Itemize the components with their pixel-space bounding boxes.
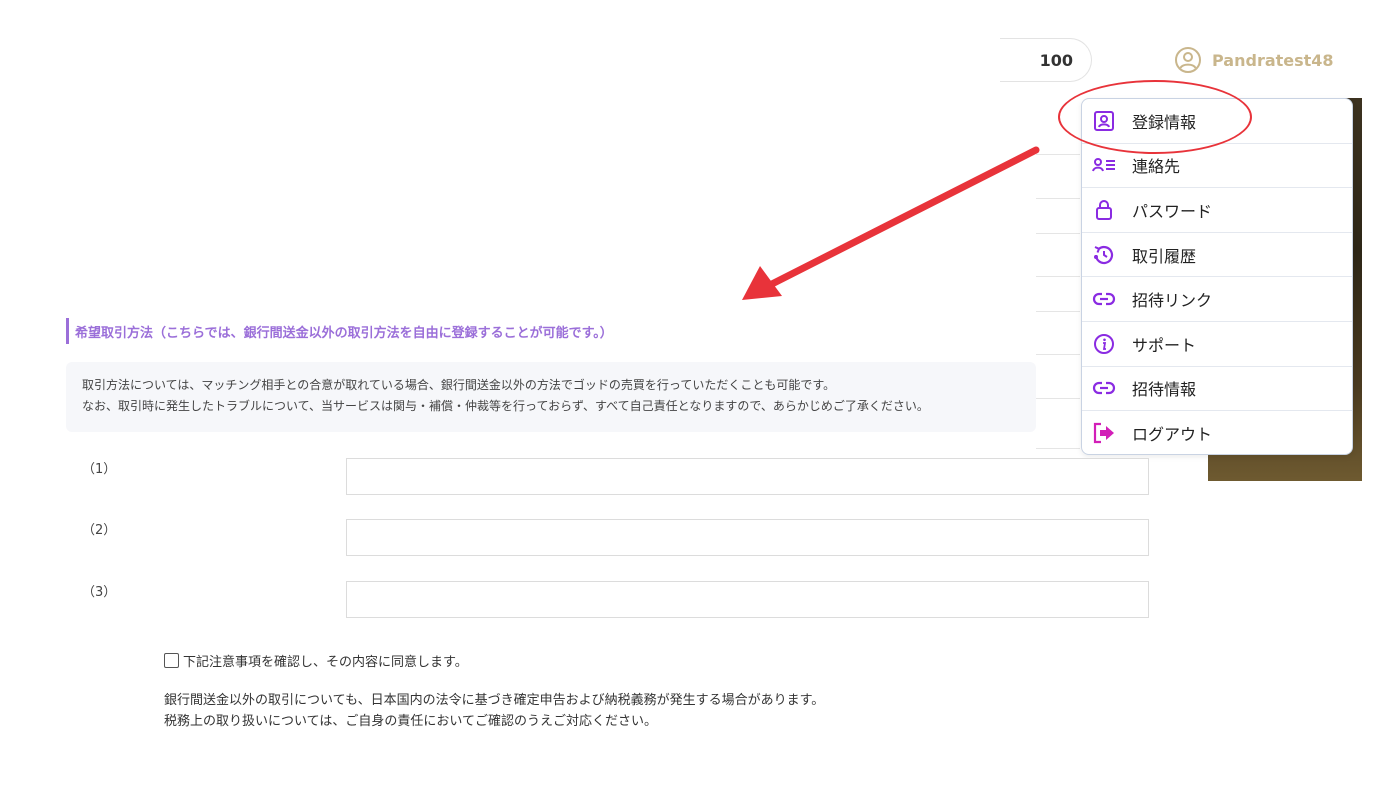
notice-line-1: 取引方法については、マッチング相手との合意が取れている場合、銀行間送金以外の方法… bbox=[82, 378, 836, 392]
username: Pandratest48 bbox=[1212, 50, 1334, 70]
contact-list-icon bbox=[1092, 153, 1116, 177]
menu-item-password[interactable]: パスワード bbox=[1082, 188, 1352, 233]
menu-item-logout[interactable]: ログアウト bbox=[1082, 411, 1352, 454]
history-icon bbox=[1092, 243, 1116, 267]
notice-line-2: なお、取引時に発生したトラブルについて、当サービスは関与・補償・仲裁等を行ってお… bbox=[82, 399, 929, 413]
menu-item-transaction-history[interactable]: 取引履歴 bbox=[1082, 233, 1352, 278]
tax-notice: 銀行間送金以外の取引についても、日本国内の法令に基づき確定申告および納税義務が発… bbox=[164, 690, 824, 732]
balance-value: 100 bbox=[1039, 50, 1073, 70]
method-3-input[interactable] bbox=[346, 581, 1149, 618]
menu-item-label: 招待情報 bbox=[1132, 380, 1197, 400]
agree-row[interactable]: 下記注意事項を確認し、その内容に同意します。 bbox=[164, 651, 468, 670]
menu-item-label: 取引履歴 bbox=[1132, 246, 1197, 266]
notice-box: 取引方法については、マッチング相手との合意が取れている場合、銀行間送金以外の方法… bbox=[66, 362, 1036, 432]
logout-icon bbox=[1092, 421, 1116, 445]
method-2-input[interactable] bbox=[346, 519, 1149, 556]
user-dropdown-menu: 登録情報 連絡先 パスワード 取引履歴 招待リンク サポート 招待情報 ログアウ… bbox=[1081, 98, 1353, 455]
link-icon bbox=[1092, 287, 1116, 311]
menu-item-label: 登録情報 bbox=[1132, 112, 1197, 132]
menu-item-support[interactable]: サポート bbox=[1082, 322, 1352, 367]
agree-checkbox[interactable] bbox=[164, 653, 179, 668]
method-3-label: （3） bbox=[82, 585, 117, 600]
section-title-text: 希望取引方法（こちらでは、銀行間送金以外の取引方法を自由に登録することが可能です… bbox=[75, 325, 613, 341]
tax-line-2: 税務上の取り扱いについては、ご自身の責任においてご確認のうえご対応ください。 bbox=[164, 714, 657, 729]
menu-item-label: サポート bbox=[1132, 335, 1197, 355]
agree-label: 下記注意事項を確認し、その内容に同意します。 bbox=[183, 655, 468, 670]
menu-item-registration-info[interactable]: 登録情報 bbox=[1082, 99, 1352, 144]
menu-item-label: 連絡先 bbox=[1132, 157, 1181, 177]
info-icon bbox=[1092, 332, 1116, 356]
tax-line-1: 銀行間送金以外の取引についても、日本国内の法令に基づき確定申告および納税義務が発… bbox=[164, 693, 825, 708]
user-menu-toggle[interactable]: Pandratest48 bbox=[1174, 46, 1334, 74]
user-card-icon bbox=[1092, 109, 1116, 133]
user-circle-icon bbox=[1174, 46, 1202, 74]
menu-item-invite-link[interactable]: 招待リンク bbox=[1082, 277, 1352, 322]
menu-item-label: 招待リンク bbox=[1132, 291, 1213, 311]
method-1-input[interactable] bbox=[346, 458, 1149, 495]
lock-icon bbox=[1092, 198, 1116, 222]
section-title: 希望取引方法（こちらでは、銀行間送金以外の取引方法を自由に登録することが可能です… bbox=[66, 318, 613, 344]
menu-item-invite-info[interactable]: 招待情報 bbox=[1082, 367, 1352, 412]
balance-pill[interactable]: 100 bbox=[1000, 38, 1092, 82]
menu-item-label: ログアウト bbox=[1132, 425, 1213, 445]
method-2-label: （2） bbox=[82, 523, 117, 538]
menu-item-label: パスワード bbox=[1132, 201, 1213, 221]
method-1-label: （1） bbox=[82, 462, 117, 477]
link-icon bbox=[1092, 376, 1116, 400]
menu-item-contacts[interactable]: 連絡先 bbox=[1082, 144, 1352, 189]
background-lines bbox=[1036, 98, 1080, 458]
